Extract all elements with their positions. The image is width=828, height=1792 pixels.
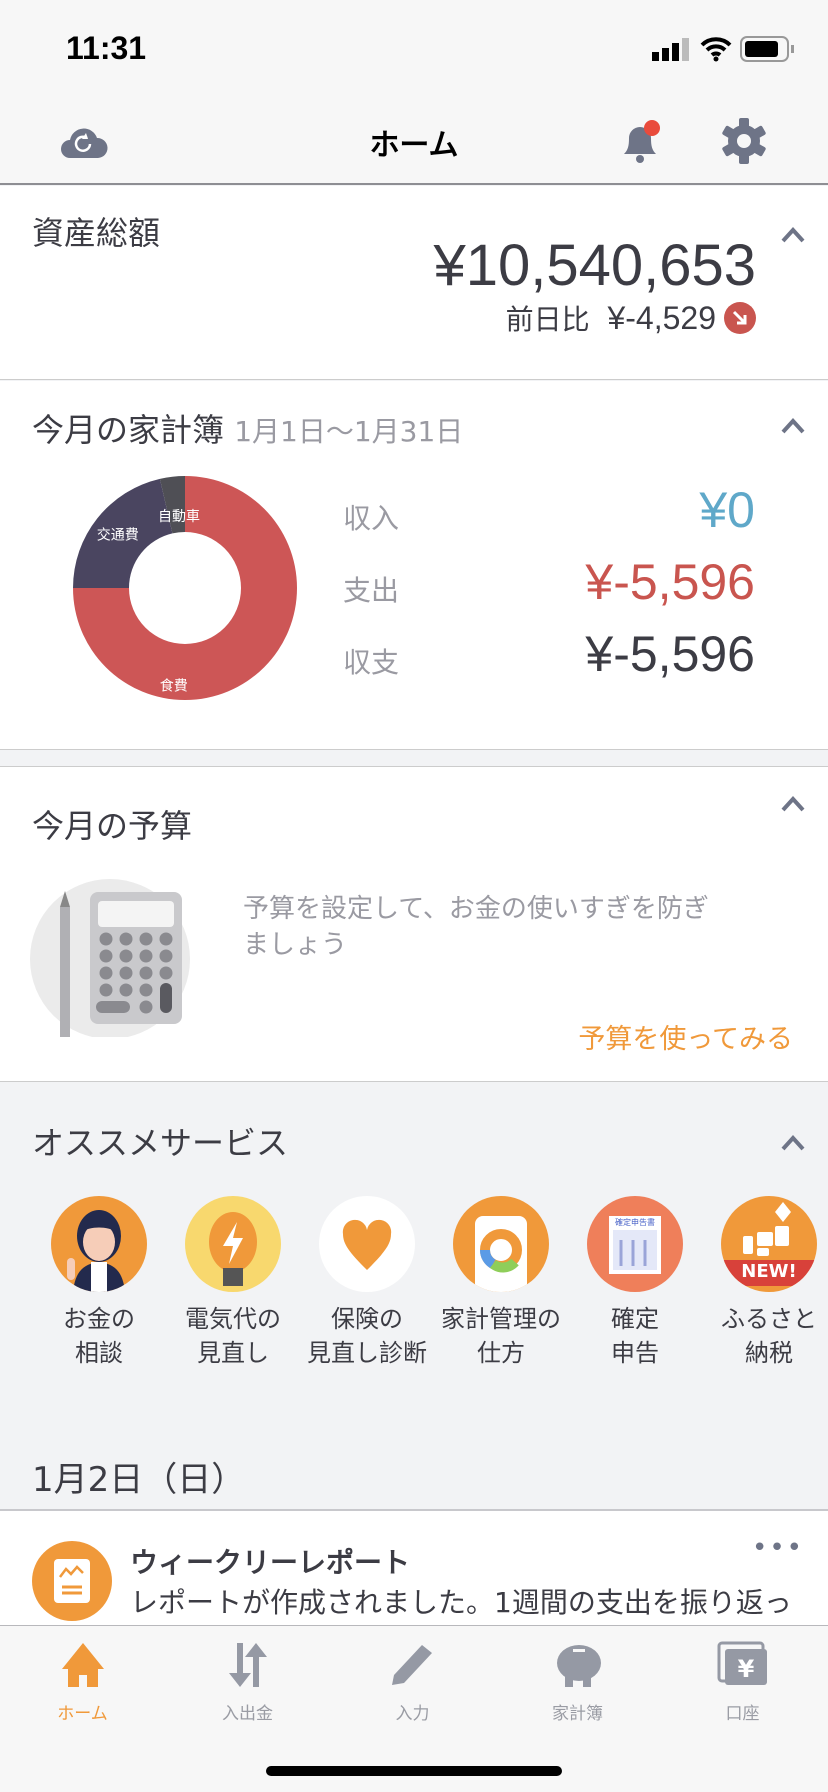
service-label: 家計管理の	[441, 1305, 561, 1333]
calculator-illustration	[30, 879, 190, 1037]
signal-icon	[652, 38, 689, 61]
assets-title: 資産総額	[32, 214, 161, 252]
income-value: ¥0	[699, 482, 755, 538]
tab-label: 入力	[395, 1704, 430, 1724]
service-label: お金の	[63, 1305, 135, 1333]
household-period: 1月1日〜1月31日	[234, 415, 464, 448]
services-title: オススメサービス	[32, 1124, 289, 1162]
tab-input[interactable]: 入力	[330, 1641, 495, 1724]
service-label: 納税	[745, 1339, 793, 1367]
balance-value: ¥-5,596	[585, 626, 755, 682]
expense-label: 支出	[343, 574, 400, 607]
gear-icon[interactable]	[720, 117, 768, 165]
chevron-up-icon[interactable]	[780, 413, 806, 439]
household-title: 今月の家計簿 1月1日〜1月31日	[32, 405, 463, 451]
card-body-line1: レポートが作成されました。1週間の支出を振り返っ	[130, 1586, 792, 1619]
donut-label: 食費	[160, 677, 188, 694]
pencil-icon	[391, 1645, 432, 1685]
service-label: 保険の	[331, 1305, 403, 1333]
transfer-arrows-icon	[228, 1643, 267, 1687]
donut-label: 自動車	[158, 508, 200, 525]
tax-form-icon: 確定申告書	[587, 1196, 683, 1292]
new-badge: NEW!	[741, 1261, 797, 1282]
service-insurance[interactable]: 保険の 見直し診断	[302, 1196, 432, 1370]
total-assets: ¥10,540,653	[433, 233, 756, 298]
service-money-consultation[interactable]: お金の 相談	[34, 1196, 164, 1370]
tax-form-title: 確定申告書	[615, 1218, 655, 1227]
service-furusato-tax[interactable]: NEW! ふるさと納税	[704, 1196, 828, 1370]
change-label: 前日比	[505, 303, 590, 336]
tab-label: ホーム	[57, 1704, 108, 1724]
timeline-date: 1月2日（日）	[32, 1460, 246, 1500]
card-body: レポートが作成されました。1週間の支出を振り返ってみましょう！	[130, 1585, 792, 1629]
service-label: 電気代の	[185, 1305, 281, 1333]
chevron-up-icon[interactable]	[780, 1130, 806, 1156]
tab-home[interactable]: ホーム	[0, 1641, 165, 1724]
tab-accounts[interactable]: ¥ 口座	[660, 1641, 825, 1724]
donut-label: 交通費	[97, 526, 139, 543]
piggy-bank-icon	[556, 1645, 601, 1687]
tab-label: 入出金	[222, 1704, 273, 1724]
tab-label: 家計簿	[552, 1704, 603, 1724]
expense-value: ¥-5,596	[585, 554, 755, 610]
budget-message-line1: 予算を設定して、お金の使いすぎを防ぎ	[243, 894, 709, 924]
home-indicator	[266, 1766, 562, 1776]
try-budget-link[interactable]: 予算を使ってみる	[578, 1017, 793, 1056]
budget-message: 予算を設定して、お金の使いすぎを防ぎ ましょう	[243, 891, 709, 963]
balance-label: 収支	[343, 646, 400, 679]
card-title: ウィークリーレポート	[130, 1546, 411, 1579]
more-options-icon[interactable]: •••	[752, 1533, 804, 1563]
tab-label: 口座	[725, 1704, 760, 1724]
service-electricity[interactable]: 電気代の 見直し	[168, 1196, 298, 1370]
income-label: 収入	[343, 502, 400, 535]
service-label: 見直し診断	[307, 1339, 427, 1367]
nav-bar: ホーム	[0, 100, 828, 185]
chevron-up-icon[interactable]	[780, 791, 806, 817]
tab-transactions[interactable]: 入出金	[165, 1641, 330, 1724]
advisor-icon	[51, 1196, 147, 1292]
service-label: 仕方	[477, 1339, 525, 1367]
yen-wallet-icon: ¥	[717, 1641, 767, 1685]
report-icon	[32, 1541, 112, 1621]
home-icon	[61, 1643, 104, 1687]
change-value: ¥-4,529	[607, 300, 716, 336]
tab-household[interactable]: 家計簿	[495, 1641, 660, 1724]
status-bar: 11:31	[0, 0, 828, 100]
tab-bar: ホーム 入出金 入力 家計簿 ¥ 口座	[0, 1625, 828, 1792]
bell-icon[interactable]	[620, 118, 664, 164]
trend-down-icon	[724, 302, 756, 334]
heart-icon	[319, 1196, 415, 1292]
expense-donut-chart[interactable]: 食費 交通費 自動車	[70, 473, 300, 703]
budget-title: 今月の予算	[32, 807, 193, 845]
budget-message-line2: ましょう	[243, 930, 348, 960]
service-label: 申告	[611, 1339, 659, 1367]
page-title: ホーム	[369, 128, 459, 163]
service-label: 相談	[75, 1339, 123, 1367]
phone-chart-icon	[453, 1196, 549, 1292]
furusato-icon: NEW!	[721, 1196, 817, 1292]
service-tax-return[interactable]: 確定申告書 確定申告	[570, 1196, 700, 1370]
battery-icon	[740, 36, 794, 62]
household-section: 今月の家計簿 1月1日〜1月31日 食費 交通費 自動車 収入 ¥0 支出 ¥-5,…	[0, 381, 828, 750]
household-title-text: 今月の家計簿	[32, 411, 225, 449]
service-household-management[interactable]: 家計管理の 仕方	[436, 1196, 566, 1370]
assets-section: 資産総額 ¥10,540,653 前日比 ¥-4,529	[0, 186, 828, 380]
service-label: 確定	[611, 1305, 659, 1333]
daily-change: 前日比 ¥-4,529	[506, 298, 716, 338]
svg-text:¥: ¥	[737, 1655, 754, 1683]
service-label: 見直し	[197, 1339, 269, 1367]
service-label: ふるさと	[721, 1305, 817, 1333]
status-time: 11:31	[66, 30, 147, 66]
wifi-icon	[700, 37, 732, 62]
weekly-report-card[interactable]: ウィークリーレポート ••• レポートが作成されました。1週間の支出を振り返って…	[0, 1509, 828, 1629]
budget-section: 今月の予算 予算を設定して、お金の使いすぎを防ぎ ましょう 予算を使ってみる	[0, 766, 828, 1082]
lightbulb-icon	[185, 1196, 281, 1292]
chevron-up-icon[interactable]	[780, 222, 806, 248]
